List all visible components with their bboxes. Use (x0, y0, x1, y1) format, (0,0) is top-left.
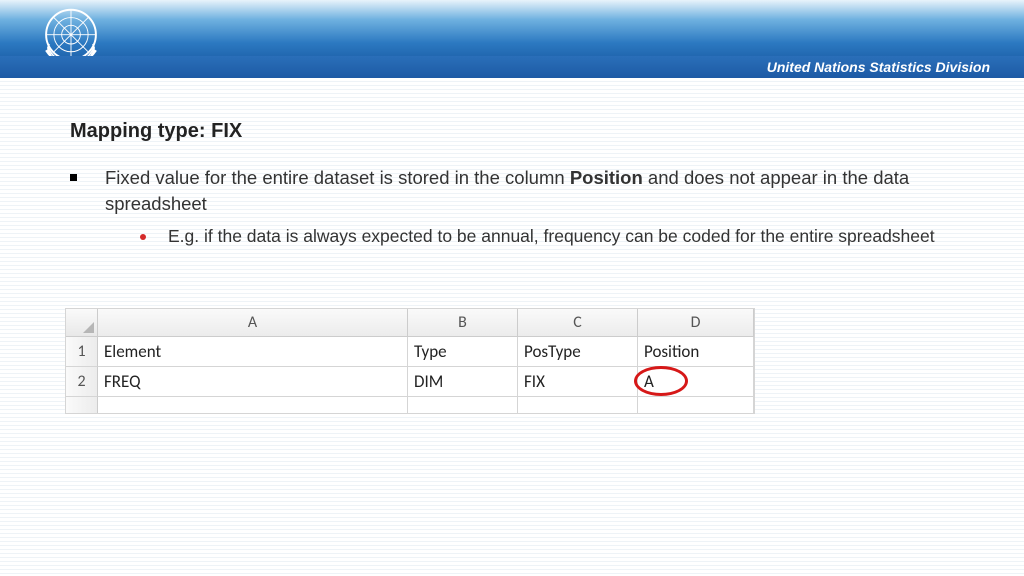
row-header (66, 397, 98, 413)
spreadsheet-example: A B C D 1 Element Type PosType Position … (65, 308, 755, 414)
brand-text: United Nations Statistics Division (767, 59, 990, 75)
brand-bar: United Nations Statistics Division (0, 56, 1024, 78)
spreadsheet-row-partial (66, 397, 754, 413)
cell-value: A (644, 371, 654, 392)
cell: Type (408, 337, 518, 367)
bullet-dot-icon (140, 234, 146, 240)
col-header: B (408, 309, 518, 337)
slide-header: United Nations Statistics Division (0, 0, 1024, 78)
cell (98, 397, 408, 413)
sub-bullet-text: E.g. if the data is always expected to b… (168, 225, 935, 249)
highlight-circle-icon (634, 366, 688, 396)
row-header: 1 (66, 337, 98, 367)
bullet-square-icon (70, 174, 77, 181)
slide-title: Mapping type: FIX (70, 120, 954, 143)
row-header: 2 (66, 367, 98, 397)
bullet-prefix: Fixed value for the entire dataset is st… (105, 167, 570, 188)
col-header: A (98, 309, 408, 337)
cell (518, 397, 638, 413)
spreadsheet-row: 1 Element Type PosType Position (66, 337, 754, 367)
cell-highlighted: A (638, 367, 754, 397)
sub-bullet: E.g. if the data is always expected to b… (140, 225, 954, 249)
cell: FIX (518, 367, 638, 397)
col-header: C (518, 309, 638, 337)
cell (408, 397, 518, 413)
main-bullet-text: Fixed value for the entire dataset is st… (105, 165, 954, 217)
slide-content: Mapping type: FIX Fixed value for the en… (0, 78, 1024, 248)
col-header: D (638, 309, 754, 337)
bullet-bold: Position (570, 167, 643, 188)
spreadsheet-header-row: A B C D (66, 309, 754, 337)
select-all-corner (66, 309, 98, 337)
cell (638, 397, 754, 413)
cell: FREQ (98, 367, 408, 397)
cell: DIM (408, 367, 518, 397)
spreadsheet-row: 2 FREQ DIM FIX A (66, 367, 754, 397)
cell: PosType (518, 337, 638, 367)
main-bullet: Fixed value for the entire dataset is st… (70, 165, 954, 217)
cell: Element (98, 337, 408, 367)
cell: Position (638, 337, 754, 367)
